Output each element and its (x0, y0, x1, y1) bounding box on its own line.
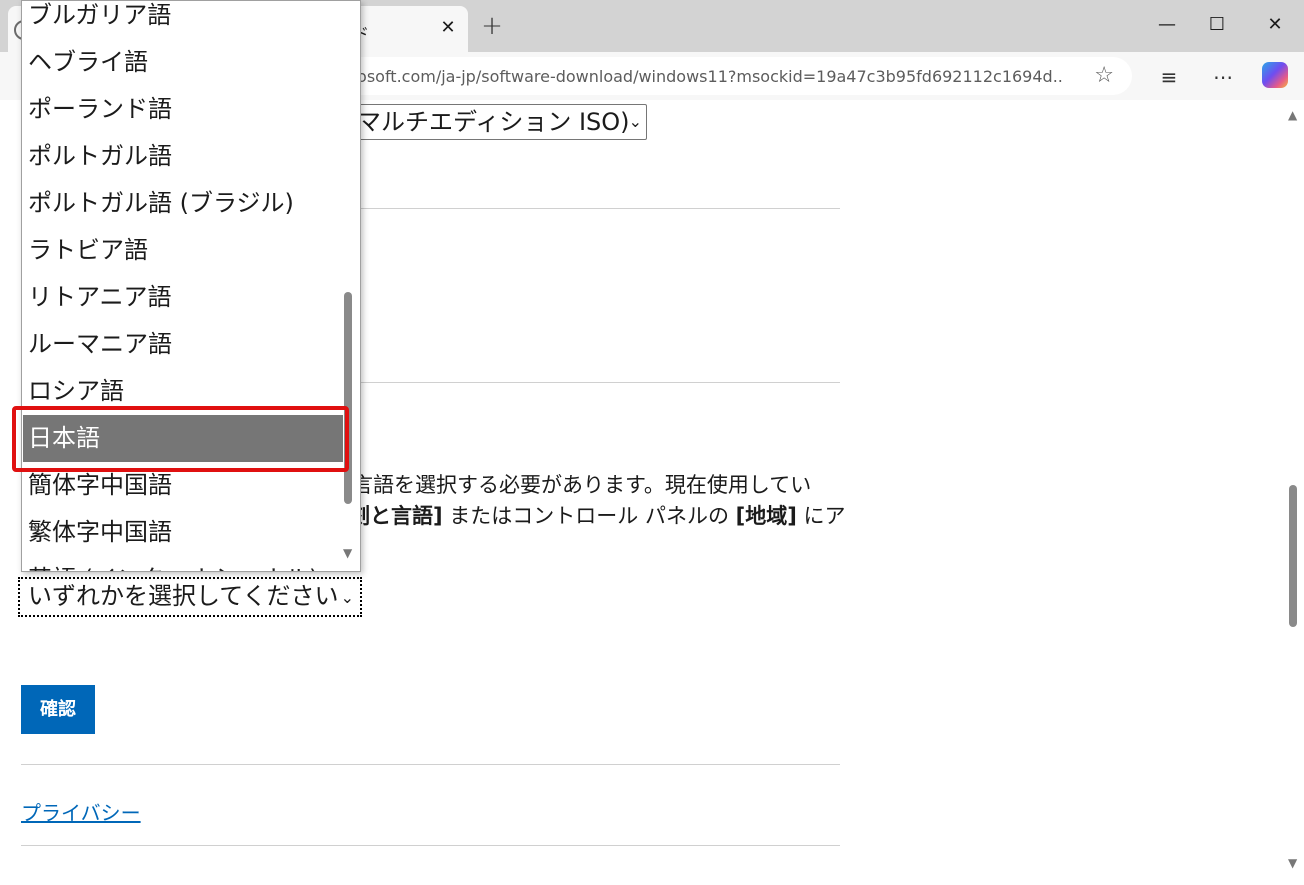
language-dropdown-list: ブルガリア語 ヘブライ語 ポーランド語 ポルトガル語 ポルトガル語 (ブラジル)… (21, 0, 361, 572)
scroll-up-icon[interactable]: ▲ (1288, 108, 1297, 122)
favorites-list-icon[interactable]: ≡ (1154, 62, 1184, 92)
more-options-icon[interactable]: ⋯ (1208, 62, 1238, 92)
language-option[interactable]: リトアニア語 (23, 274, 343, 321)
favorite-star-icon[interactable]: ☆ (1094, 63, 1114, 88)
chevron-down-icon: ⌄ (340, 588, 354, 607)
region-label: [地域] (735, 504, 797, 528)
address-bar[interactable]: crosoft.com/ja-jp/software-download/wind… (320, 57, 1132, 95)
page-scrollbar[interactable]: ▲ ▼ (1284, 100, 1304, 885)
new-tab-button[interactable]: + (478, 12, 506, 40)
language-option[interactable]: 英語 (インターナショナル) (23, 556, 343, 571)
privacy-link[interactable]: プライバシー (21, 797, 141, 826)
dropdown-scrollbar-thumb[interactable] (344, 292, 352, 504)
chevron-down-icon: ⌄ (628, 112, 642, 131)
language-option[interactable]: ヘブライ語 (23, 39, 343, 86)
maximize-button[interactable]: ☐ (1202, 10, 1232, 40)
language-option[interactable]: ルーマニア語 (23, 321, 343, 368)
language-option[interactable]: ポルトガル語 (ブラジル) (23, 180, 343, 227)
divider (21, 764, 840, 765)
tab-close-icon[interactable]: ✕ (436, 16, 460, 40)
language-option[interactable]: 繁体字中国語 (23, 509, 343, 556)
url-text: crosoft.com/ja-jp/software-download/wind… (342, 67, 1062, 86)
language-info-text-end: にア (796, 504, 846, 528)
minimize-button[interactable]: — (1152, 10, 1182, 40)
selection-highlight-box (12, 406, 349, 472)
copilot-icon[interactable] (1262, 62, 1288, 88)
language-option[interactable]: ポルトガル語 (23, 133, 343, 180)
language-option[interactable]: ポーランド語 (23, 86, 343, 133)
edition-select-value: マルチエディション ISO) (357, 108, 630, 136)
language-info-line-2: 時刻と言語] またはコントロール パネルの [地域] にア (328, 501, 868, 531)
language-info-line-1: 同じ言語を選択する必要があります。現在使用してい (310, 473, 812, 497)
language-info-text: またはコントロール パネルの (442, 504, 736, 528)
scroll-down-icon[interactable]: ▼ (1288, 856, 1297, 870)
language-option[interactable]: ブルガリア語 (23, 1, 343, 39)
language-select-value: いずれかを選択してください (28, 582, 339, 610)
confirm-button[interactable]: 確認 (21, 685, 95, 734)
dropdown-scroll-down-icon[interactable]: ▼ (343, 546, 352, 560)
close-window-button[interactable]: ✕ (1260, 10, 1290, 40)
language-option[interactable]: ラトビア語 (23, 227, 343, 274)
scrollbar-thumb[interactable] (1289, 485, 1297, 627)
language-select[interactable]: いずれかを選択してください ⌄ (18, 577, 362, 617)
divider (21, 845, 840, 846)
